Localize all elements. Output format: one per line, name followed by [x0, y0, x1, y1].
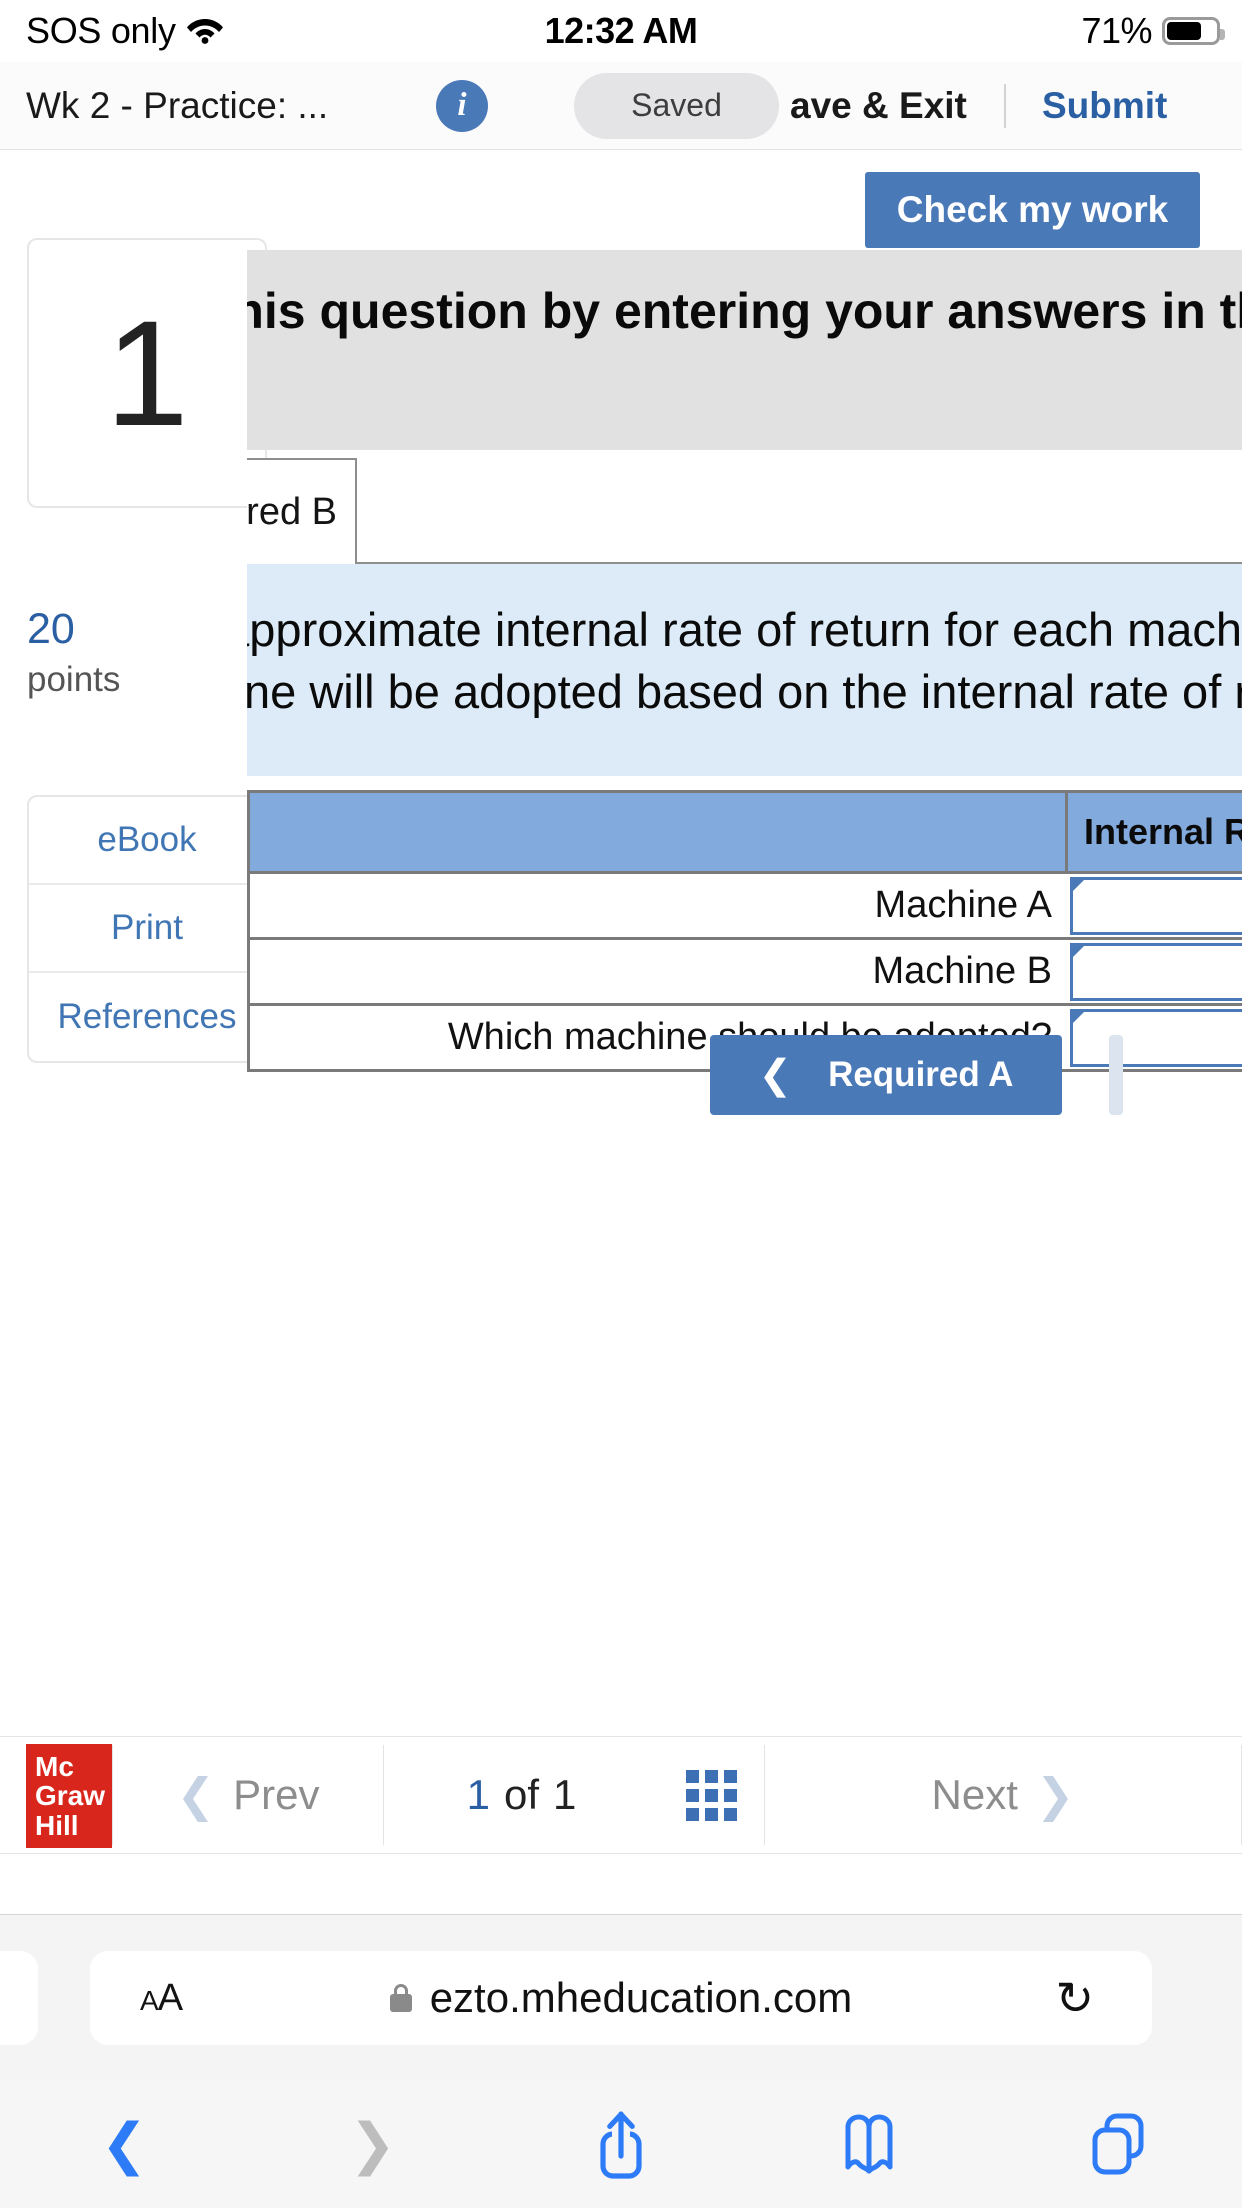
reload-icon[interactable]: ↻ — [1055, 1971, 1094, 2025]
page-indicator: 1 of 1 — [384, 1737, 659, 1853]
answer-table-header-row: Internal Rate of Return — [247, 790, 1242, 874]
next-page-button[interactable]: Next ❯ — [765, 1737, 1241, 1853]
page-footer-nav: Mc Graw Hill ❮ Prev 1 of 1 Next ❯ — [0, 1736, 1242, 1854]
browser-back-button[interactable]: ❮ — [0, 2111, 248, 2177]
grid-view-icon — [686, 1769, 737, 1821]
prev-page-button[interactable]: ❮ Prev — [113, 1737, 383, 1853]
prompt-line-2: Which machine will be adopted based on t… — [247, 665, 1242, 718]
requirement-tabs: ired B — [247, 458, 1242, 564]
chevron-right-icon: ❯ — [349, 2112, 397, 2175]
prompt-line-1: What is the approximate internal rate of… — [247, 603, 1242, 656]
which-machine-input[interactable] — [1070, 1008, 1242, 1067]
assignment-header: Wk 2 - Practice: ... i Saved ave & Exit … — [0, 62, 1242, 150]
question-number: 1 — [105, 289, 189, 457]
book-icon — [845, 2114, 893, 2174]
answer-table-header-left — [250, 793, 1068, 871]
safari-toolbar: ❮ ❯ — [0, 2080, 1242, 2208]
required-b-nav-button-peek[interactable] — [1109, 1035, 1123, 1115]
question-number-card: 1 — [27, 238, 267, 508]
references-button[interactable]: References — [29, 973, 265, 1061]
logo-line-2: Graw — [35, 1780, 106, 1812]
points-value: 20 — [27, 605, 75, 653]
page-current: 1 — [466, 1771, 490, 1818]
clock-label: 12:32 AM — [544, 10, 698, 51]
screen-root: SOS only 12:32 AM 71% Wk 2 - Practice: .… — [0, 0, 1242, 2208]
logo-line-3: Hill — [35, 1809, 79, 1841]
page-total: 1 — [553, 1771, 577, 1818]
points-label: points — [27, 660, 121, 699]
page-of-label: of — [503, 1771, 540, 1818]
battery-icon — [1162, 17, 1225, 45]
submit-button[interactable]: Submit — [1042, 85, 1167, 127]
chevron-left-icon: ❮ — [176, 1769, 216, 1821]
instruction-banner-text: Complete this question by entering your … — [247, 283, 1242, 339]
table-row: Machine B % — [247, 940, 1242, 1006]
share-icon — [600, 2111, 642, 2179]
row-label-machine-a: Machine A — [874, 884, 1052, 926]
instruction-banner: Complete this question by entering your … — [247, 250, 1242, 450]
question-pane: Check my work Complete this question by … — [247, 150, 1242, 1290]
lock-icon — [389, 1984, 412, 2012]
prev-page-label: Prev — [233, 1771, 320, 1818]
chevron-left-icon: ❮ — [100, 2112, 148, 2175]
prompt-panel: What is the approximate internal rate of… — [247, 564, 1242, 776]
header-divider — [1004, 84, 1006, 128]
row-input-cell — [1068, 874, 1242, 937]
info-icon[interactable]: i — [436, 79, 488, 132]
row-input-cell — [1068, 940, 1242, 1003]
adjacent-tab-chip[interactable] — [0, 1951, 38, 2045]
battery-percent-label: 71% — [1081, 10, 1152, 51]
table-row: Machine A % — [247, 874, 1242, 940]
irr-input-machine-a[interactable] — [1070, 876, 1242, 935]
url-text: ezto.mheducation.com — [429, 1974, 853, 2021]
ebook-button[interactable]: eBook — [29, 797, 265, 885]
row-label-machine-b: Machine B — [872, 950, 1052, 992]
tabs-icon — [1092, 2113, 1144, 2175]
required-a-nav-label: Required A — [828, 1055, 1014, 1094]
address-bar[interactable]: AA ezto.mheducation.com ↻ — [90, 1951, 1152, 2045]
row-input-cell — [1068, 1006, 1242, 1069]
tool-list: eBook Print References — [27, 795, 267, 1063]
browser-forward-button[interactable]: ❯ — [248, 2111, 496, 2177]
answer-table: Internal Rate of Return Machine A % Mach… — [247, 790, 1242, 1072]
tabs-button[interactable] — [994, 2112, 1242, 2176]
logo-line-1: Mc — [35, 1751, 74, 1783]
chevron-left-icon: ❮ — [758, 1053, 793, 1097]
grid-view-button[interactable] — [659, 1737, 764, 1853]
answer-table-header-right: Internal Rate of Return — [1068, 793, 1242, 871]
save-and-exit-button[interactable]: ave & Exit — [790, 85, 967, 127]
assignment-title: Wk 2 - Practice: ... — [26, 84, 329, 126]
bookmarks-button[interactable] — [745, 2113, 993, 2175]
check-my-work-button[interactable]: Check my work — [865, 172, 1200, 248]
share-button[interactable] — [497, 2108, 745, 2180]
ios-status-bar: SOS only 12:32 AM 71% — [0, 0, 1242, 62]
tab-required-b[interactable]: ired B — [247, 458, 357, 564]
address-bar-content: ezto.mheducation.com — [90, 1974, 1152, 2022]
status-bar-right: 71% — [1081, 10, 1225, 52]
chevron-right-icon: ❯ — [1035, 1769, 1075, 1821]
saved-status-badge: Saved — [574, 72, 779, 139]
required-a-nav-button[interactable]: ❮ Required A — [710, 1035, 1062, 1115]
next-page-label: Next — [931, 1771, 1018, 1818]
mcgraw-hill-logo: Mc Graw Hill — [26, 1744, 112, 1848]
tab-required-b-label: ired B — [247, 490, 337, 533]
print-button[interactable]: Print — [29, 885, 265, 973]
safari-url-bar: AA ezto.mheducation.com ↻ — [0, 1914, 1242, 2080]
irr-input-machine-b[interactable] — [1070, 942, 1242, 1001]
